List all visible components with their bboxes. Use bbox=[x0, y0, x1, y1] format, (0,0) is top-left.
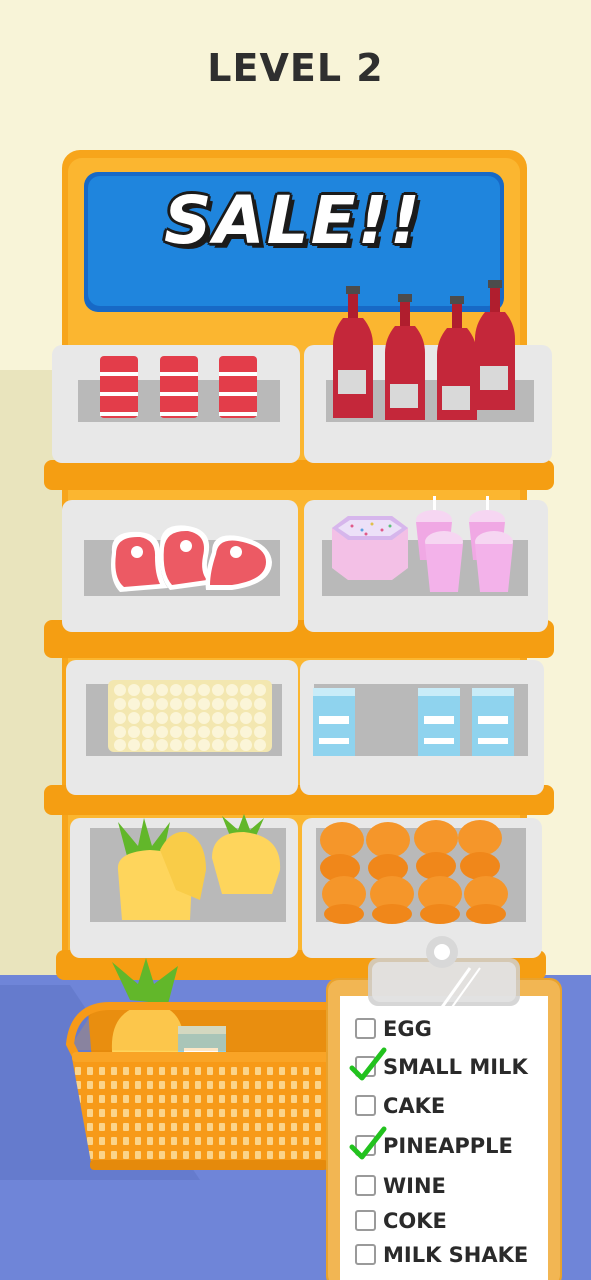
checkbox[interactable] bbox=[355, 1018, 376, 1039]
checklist-item-label: MILK SHAKE bbox=[383, 1243, 529, 1267]
checklist-item[interactable]: MILK SHAKE bbox=[352, 1240, 562, 1270]
game-scene: LEVEL 2 SALE!! bbox=[0, 0, 591, 1280]
checklist-item[interactable]: EGG bbox=[352, 1014, 562, 1044]
checklist-item-label: WINE bbox=[383, 1174, 446, 1198]
checklist-item[interactable]: WINE bbox=[352, 1171, 562, 1201]
checkbox[interactable] bbox=[355, 1095, 376, 1116]
checklist-item-label: EGG bbox=[383, 1017, 432, 1041]
checklist-item[interactable]: CAKE bbox=[352, 1091, 562, 1121]
checklist-item-label: SMALL MILK bbox=[383, 1055, 528, 1079]
checklist-item[interactable]: COKE bbox=[352, 1206, 562, 1236]
level-title: LEVEL 2 bbox=[207, 46, 384, 90]
checkbox[interactable] bbox=[355, 1210, 376, 1231]
coke-can-icon[interactable] bbox=[100, 356, 257, 418]
checklist-item-label: COKE bbox=[383, 1209, 447, 1233]
checkbox[interactable] bbox=[355, 1244, 376, 1265]
checkmark-icon bbox=[349, 1126, 387, 1160]
checklist-item[interactable]: PINEAPPLE bbox=[349, 1126, 562, 1161]
sale-sign-text: SALE!! bbox=[164, 182, 422, 259]
cake-icon[interactable] bbox=[332, 516, 408, 580]
checklist-item-label: CAKE bbox=[383, 1094, 446, 1118]
checklist-item[interactable]: SMALL MILK bbox=[349, 1047, 562, 1082]
checkmark-icon bbox=[349, 1047, 387, 1081]
egg-tray-icon[interactable] bbox=[108, 680, 272, 752]
checkbox[interactable] bbox=[355, 1175, 376, 1196]
checklist-item-label: PINEAPPLE bbox=[383, 1134, 513, 1158]
